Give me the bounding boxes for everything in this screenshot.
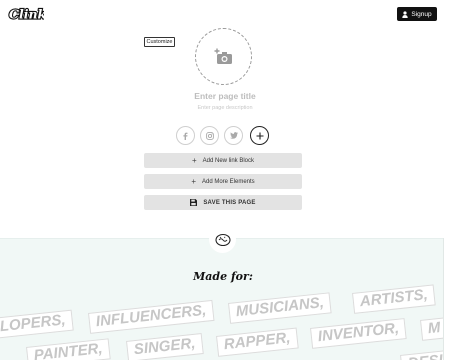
clink-logo[interactable]: Clink: [8, 6, 44, 22]
avatar-upload[interactable]: [195, 28, 252, 85]
facebook-icon: [183, 132, 188, 140]
add-social-button[interactable]: [250, 126, 269, 145]
svg-text:Clink: Clink: [9, 7, 44, 22]
divider-badge: [209, 226, 236, 253]
hand-drawn-logo-icon: [214, 233, 231, 246]
scrollbar-track[interactable]: [443, 238, 450, 360]
facebook-button[interactable]: [176, 126, 195, 145]
save-icon: [190, 199, 198, 206]
twitter-icon: [229, 132, 238, 139]
made-for-heading: Made for:: [193, 270, 253, 283]
customize-button[interactable]: Customize: [144, 37, 175, 47]
save-page-button[interactable]: SAVE THIS PAGE: [144, 195, 302, 210]
page-title-input[interactable]: Enter page title: [150, 91, 300, 101]
add-link-label: Add New link Block: [202, 157, 255, 164]
plus-icon: [256, 132, 263, 139]
add-link-block-button[interactable]: + Add New link Block: [144, 153, 302, 168]
page: Clink Signup Customize Enter page title …: [0, 0, 450, 360]
instagram-button[interactable]: [200, 126, 219, 145]
add-photo-icon: [214, 48, 232, 64]
save-label: SAVE THIS PAGE: [203, 199, 256, 206]
signup-button[interactable]: Signup: [397, 7, 437, 21]
plus-icon: +: [191, 155, 197, 165]
user-icon: [402, 10, 409, 18]
signup-label: Signup: [411, 10, 432, 18]
add-more-elements-button[interactable]: + Add More Elements: [144, 174, 302, 189]
twitter-button[interactable]: [224, 126, 243, 145]
add-elements-label: Add More Elements: [201, 178, 255, 185]
instagram-icon: [205, 131, 214, 140]
page-description-input[interactable]: Enter page description: [150, 105, 300, 111]
plus-icon: +: [191, 176, 196, 186]
